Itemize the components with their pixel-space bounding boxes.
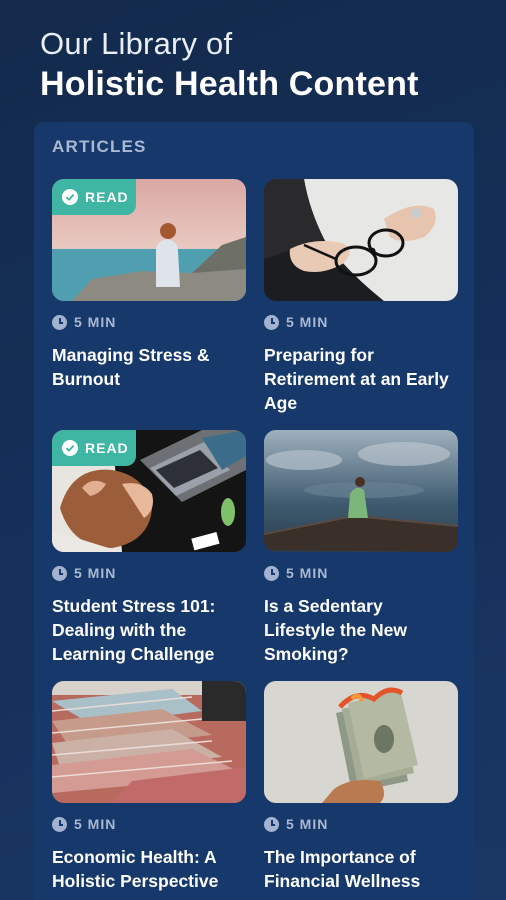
article-meta: 5 MIN	[264, 564, 458, 582]
article-card[interactable]: 5 MIN Preparing for Retirement at an Ear…	[264, 179, 458, 430]
article-title: The Importance of Financial Wellness	[264, 847, 421, 891]
article-card[interactable]: 5 MIN Is a Sedentary Lifestyle the New S…	[264, 430, 458, 681]
page-title-line-1: Our Library of	[40, 26, 233, 61]
article-image	[52, 681, 246, 803]
article-title: Preparing for Retirement at an Early Age	[264, 345, 449, 413]
article-title: Economic Health: A Holistic Perspective	[52, 847, 219, 891]
article-card[interactable]: READ 5 MIN Student Stress 101: Dealing w…	[52, 430, 246, 681]
read-duration: 5 MIN	[286, 314, 329, 330]
article-image	[264, 681, 458, 803]
clock-icon	[52, 314, 67, 330]
section-label-articles: ARTICLES	[52, 137, 147, 156]
article-card[interactable]: 5 MIN Economic Health: A Holistic Perspe…	[52, 681, 246, 900]
read-duration: 5 MIN	[286, 565, 329, 581]
articles-panel: ARTICLES READ 5 MIN Managing Stress & Bu…	[34, 122, 474, 900]
page-header: Our Library of Holistic Health Content	[40, 26, 419, 104]
read-badge-label: READ	[85, 189, 129, 205]
page-title-line-2: Holistic Health Content	[40, 65, 419, 103]
article-meta: 5 MIN	[52, 815, 246, 833]
article-card[interactable]: 5 MIN The Importance of Financial Wellne…	[264, 681, 458, 900]
articles-grid: READ 5 MIN Managing Stress & Burnout 5 M…	[52, 179, 458, 900]
clock-icon	[52, 816, 67, 832]
article-title: Managing Stress & Burnout	[52, 345, 210, 389]
article-meta: 5 MIN	[52, 313, 246, 331]
read-duration: 5 MIN	[74, 816, 117, 832]
check-icon	[62, 440, 78, 456]
article-title: Student Stress 101: Dealing with the Lea…	[52, 596, 216, 664]
article-card[interactable]: READ 5 MIN Managing Stress & Burnout	[52, 179, 246, 430]
article-image	[264, 430, 458, 552]
article-meta: 5 MIN	[52, 564, 246, 582]
read-badge: READ	[52, 430, 136, 466]
clock-icon	[264, 816, 279, 832]
article-image: READ	[52, 179, 246, 301]
article-image	[264, 179, 458, 301]
clock-icon	[52, 565, 67, 581]
article-meta: 5 MIN	[264, 313, 458, 331]
read-duration: 5 MIN	[74, 314, 117, 330]
read-badge-label: READ	[85, 440, 129, 456]
article-title: Is a Sedentary Lifestyle the New Smoking…	[264, 596, 407, 664]
article-image: READ	[52, 430, 246, 552]
article-meta: 5 MIN	[264, 815, 458, 833]
clock-icon	[264, 565, 279, 581]
check-icon	[62, 189, 78, 205]
read-badge: READ	[52, 179, 136, 215]
clock-icon	[264, 314, 279, 330]
read-duration: 5 MIN	[286, 816, 329, 832]
read-duration: 5 MIN	[74, 565, 117, 581]
